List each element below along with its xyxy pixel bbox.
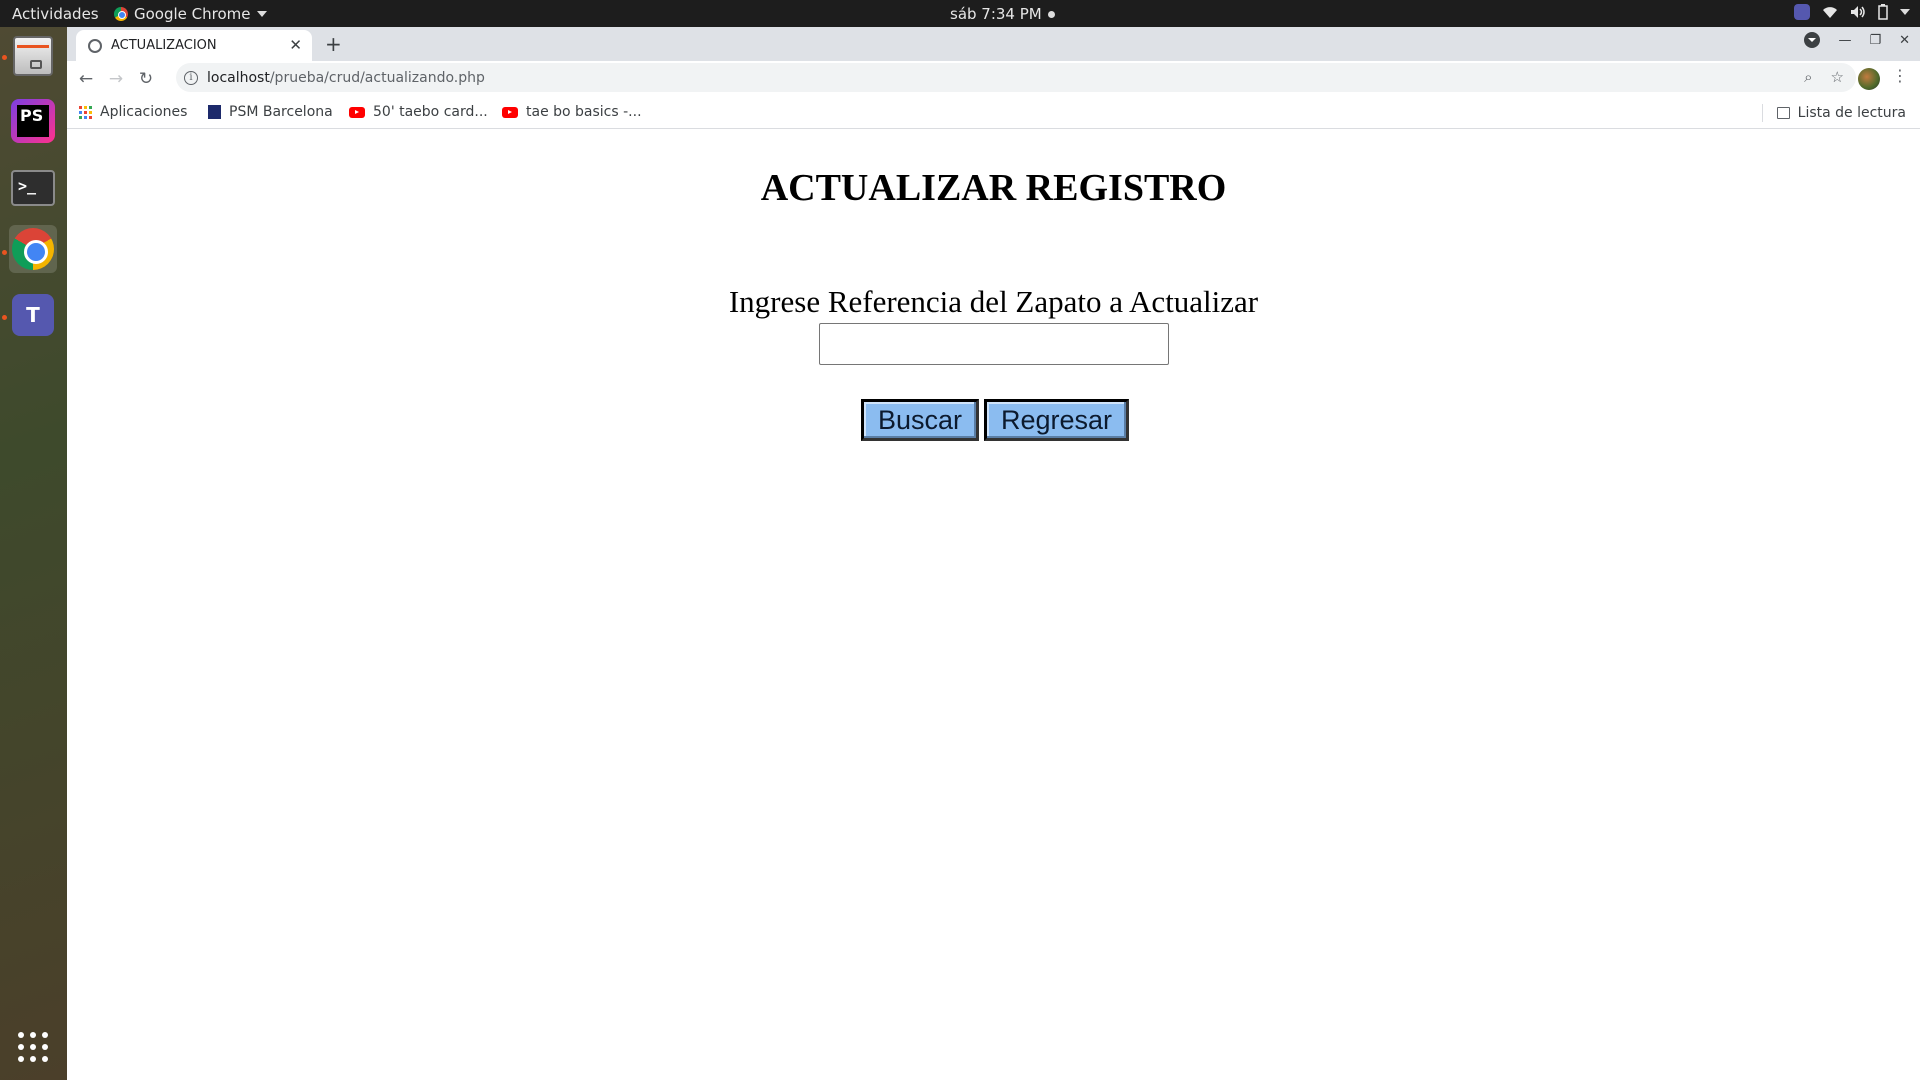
globe-icon (88, 38, 102, 53)
dock-chrome[interactable] (9, 225, 57, 273)
dock-teams[interactable]: T (9, 291, 57, 339)
running-indicator (2, 250, 7, 255)
chevron-down-icon (256, 11, 267, 17)
bookmark-star-icon[interactable]: ☆ (1831, 68, 1844, 86)
chevron-down-icon (1900, 9, 1910, 15)
page-content: ACTUALIZAR REGISTRO Ingrese Referencia d… (67, 130, 1920, 1080)
forward-icon[interactable]: → (105, 68, 127, 90)
reference-prompt: Ingrese Referencia del Zapato a Actualiz… (728, 284, 1259, 319)
page-title: ACTUALIZAR REGISTRO (760, 167, 1227, 209)
search-button[interactable]: Buscar (861, 399, 980, 441)
bookmark-label: PSM Barcelona (229, 104, 333, 120)
browser-toolbar: ← → ↻ i localhost/prueba/crud/actualizan… (67, 61, 1920, 96)
chrome-icon (12, 228, 54, 270)
system-tray[interactable] (1794, 4, 1910, 20)
apps-grid-icon (79, 105, 92, 119)
back-icon[interactable]: ← (75, 68, 97, 90)
youtube-icon (502, 106, 518, 118)
close-tab-icon[interactable]: ✕ (289, 36, 302, 54)
psm-icon (208, 105, 221, 119)
chrome-icon (114, 7, 128, 21)
reading-list-label: Lista de lectura (1797, 105, 1906, 121)
close-window-icon[interactable]: ✕ (1899, 33, 1910, 48)
bookmark-aplicaciones[interactable]: Aplicaciones (79, 104, 187, 120)
running-indicator (2, 55, 7, 60)
dock-phpstorm[interactable]: PS (9, 97, 57, 145)
reference-input[interactable] (819, 323, 1169, 365)
tab-search-icon[interactable] (1804, 32, 1821, 48)
dock-files[interactable] (9, 32, 57, 80)
site-info-icon[interactable]: i (184, 70, 198, 85)
wifi-icon (1823, 7, 1837, 18)
tab-title: ACTUALIZACION (111, 38, 217, 53)
restore-icon[interactable]: ❐ (1869, 33, 1881, 48)
tab-actualizacion[interactable]: ACTUALIZACION ✕ (76, 30, 312, 61)
volume-icon (1851, 6, 1865, 18)
bookmark-taebo-basics[interactable]: tae bo basics -... (502, 104, 642, 120)
bookmark-label: 50' taebo card... (373, 104, 488, 120)
divider (1761, 104, 1763, 122)
activities-button[interactable]: Actividades (12, 5, 99, 23)
apps-grid-icon (18, 1032, 48, 1062)
new-tab-button[interactable]: + (325, 32, 342, 56)
zoom-icon[interactable]: ⌕ (1804, 68, 1812, 86)
tab-strip: ACTUALIZACION ✕ + — ❐ ✕ (67, 27, 1920, 61)
app-menu[interactable]: Google Chrome (114, 5, 267, 23)
terminal-icon: >_ (11, 170, 55, 206)
minimize-icon[interactable]: — (1838, 33, 1851, 48)
reading-list-button[interactable]: Lista de lectura (1761, 104, 1906, 122)
clock-label: sáb 7:34 PM (950, 5, 1042, 23)
browser-window: ACTUALIZACION ✕ + — ❐ ✕ ← → ↻ i localhos… (67, 27, 1920, 1080)
reading-list-icon (1776, 107, 1790, 119)
notification-dot-icon (1047, 10, 1055, 18)
system-top-bar: Actividades Google Chrome sáb 7:34 PM (0, 0, 1920, 27)
back-button[interactable]: Regresar (984, 399, 1130, 441)
show-applications-button[interactable] (9, 1023, 57, 1071)
bookmarks-bar: Aplicaciones PSM Barcelona 50' taebo car… (67, 96, 1920, 129)
dock: PS >_ T (0, 27, 67, 1080)
bookmark-psm-barcelona[interactable]: PSM Barcelona (208, 104, 333, 120)
running-indicator (2, 315, 7, 320)
clock[interactable]: sáb 7:34 PM (950, 5, 1055, 23)
address-bar[interactable]: i localhost/prueba/crud/actualizando.php… (176, 63, 1856, 92)
menu-icon[interactable]: ⋮ (1892, 68, 1908, 84)
phpstorm-icon: PS (11, 99, 55, 143)
teams-tray-icon[interactable] (1794, 4, 1810, 20)
bookmark-label: tae bo basics -... (526, 104, 642, 120)
reload-icon[interactable]: ↻ (135, 68, 157, 90)
url-path: /prueba/crud/actualizando.php (269, 69, 485, 86)
files-icon (13, 36, 53, 76)
app-menu-label: Google Chrome (134, 5, 251, 23)
dock-terminal[interactable]: >_ (9, 164, 57, 212)
url-host: localhost (207, 69, 270, 86)
battery-icon (1878, 4, 1888, 20)
teams-icon: T (12, 294, 54, 336)
bookmark-label: Aplicaciones (100, 104, 188, 120)
youtube-icon (349, 106, 365, 118)
profile-avatar[interactable] (1858, 68, 1880, 90)
window-controls: — ❐ ✕ (1804, 32, 1910, 48)
bookmark-taebo-cardio[interactable]: 50' taebo card... (349, 104, 488, 120)
